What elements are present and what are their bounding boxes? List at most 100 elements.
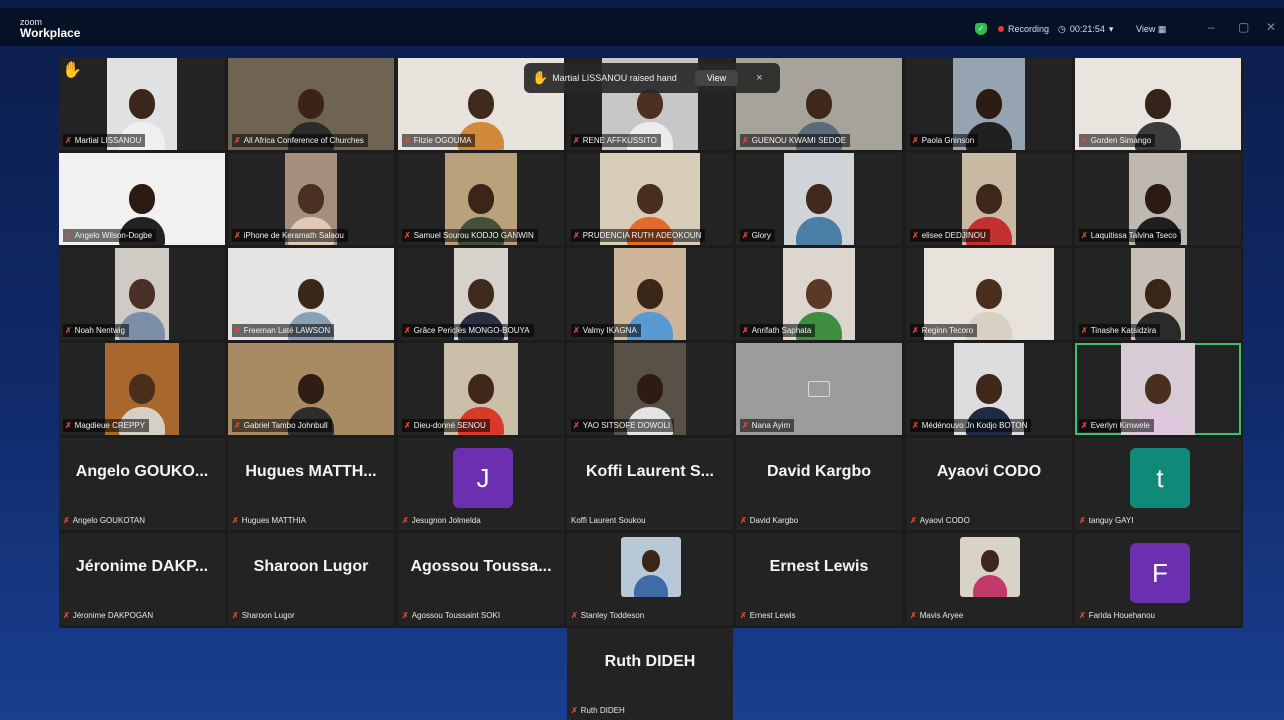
- participant-name: Gorden Simango: [1090, 136, 1152, 145]
- participant-head[interactable]: [806, 279, 832, 309]
- participant-tile[interactable]: t ✗ tanguy GAYI: [1075, 438, 1241, 530]
- participant-name-tag: ✗ Glory: [740, 229, 775, 242]
- initial-avatar: J: [453, 448, 513, 508]
- participant-tile[interactable]: ✗ Gabriel Tambo Johnbull: [228, 343, 394, 435]
- participant-tile[interactable]: ✗ PRUDENCIA RUTH ADEOKOUN: [567, 153, 733, 245]
- participant-head[interactable]: [298, 279, 324, 309]
- close-button[interactable]: ✕: [1266, 20, 1276, 34]
- participant-tile[interactable]: ✗ Dieu-donné SENOU: [398, 343, 564, 435]
- participant-head[interactable]: [976, 279, 1002, 309]
- participant-tile[interactable]: ✗ Angelo Wilson-Dogbe: [59, 153, 225, 245]
- participant-head[interactable]: [468, 374, 494, 404]
- participant-tile[interactable]: Agossou Toussa... ✗ Agossou Toussaint SOKI: [398, 533, 564, 625]
- notification-view-button[interactable]: View: [694, 70, 739, 86]
- participant-tile[interactable]: ✗ YAO SITSOFE DOWOLI: [567, 343, 733, 435]
- participant-tile[interactable]: ✗ All Africa Conference of Churches: [228, 58, 394, 150]
- participant-tile[interactable]: ✗ Reginn Tecoro: [906, 248, 1072, 340]
- participant-head[interactable]: [976, 184, 1002, 214]
- profile-picture: [960, 537, 1020, 597]
- participant-head[interactable]: [637, 279, 663, 309]
- notification-text: Martial LISSANOU raised hand: [552, 73, 677, 83]
- participant-tile[interactable]: Ayaovi CODO ✗ Ayaovi CODO: [906, 438, 1072, 530]
- participant-tile[interactable]: Sharoon Lugor ✗ Sharoon Lugor: [228, 533, 394, 625]
- participant-tile[interactable]: ✗ Paola Gninson: [906, 58, 1072, 150]
- participant-tile[interactable]: F ✗ Farida Houehanou: [1075, 533, 1241, 625]
- participant-tile[interactable]: ✗ Anrifath Saphata: [736, 248, 902, 340]
- participant-tile[interactable]: ✗ Stanley Toddeson: [567, 533, 733, 625]
- participant-tile[interactable]: Hugues MATTH... ✗ Hugues MATTHIA: [228, 438, 394, 530]
- meeting-timer[interactable]: ◷ 00:21:54 ▾: [1058, 22, 1113, 36]
- participant-tile[interactable]: ✗ Laquitissa Talvina Tseco: [1075, 153, 1241, 245]
- participant-head[interactable]: [129, 374, 155, 404]
- participant-head[interactable]: [468, 184, 494, 214]
- participant-tile[interactable]: ✗ iPhone de Keramath Salaou: [228, 153, 394, 245]
- participant-head[interactable]: [637, 89, 663, 119]
- participant-tile[interactable]: David Kargbo ✗ David Kargbo: [736, 438, 902, 530]
- participant-tile[interactable]: ✗ Everlyn Kimwele: [1075, 343, 1241, 435]
- participant-head[interactable]: [129, 89, 155, 119]
- participant-head[interactable]: [298, 374, 324, 404]
- mic-muted-icon: ✗: [63, 611, 70, 620]
- participant-figure[interactable]: [796, 184, 842, 245]
- participant-tile[interactable]: ✗ Gorden Simango: [1075, 58, 1241, 150]
- participant-head[interactable]: [298, 184, 324, 214]
- participant-name: Sharoon Lugor: [241, 611, 295, 620]
- participant-tile[interactable]: ✗ Nana Ayim: [736, 343, 902, 435]
- participant-tile[interactable]: ✗ Glory: [736, 153, 902, 245]
- participant-tile[interactable]: Koffi Laurent S... Koffi Laurent Soukou: [567, 438, 733, 530]
- participant-head[interactable]: [1145, 374, 1171, 404]
- participant-head[interactable]: [1145, 184, 1171, 214]
- participant-head[interactable]: [976, 89, 1002, 119]
- participant-head[interactable]: [976, 374, 1002, 404]
- participant-head: [642, 550, 660, 572]
- participant-head[interactable]: [468, 279, 494, 309]
- participant-name: iPhone de Keramath Salaou: [243, 231, 344, 240]
- participant-head[interactable]: [1145, 279, 1171, 309]
- participant-head[interactable]: [298, 89, 324, 119]
- participant-video[interactable]: [784, 153, 854, 245]
- minimize-button[interactable]: –: [1208, 20, 1215, 34]
- participant-head[interactable]: [468, 89, 494, 119]
- view-button[interactable]: View ▦: [1136, 22, 1166, 36]
- participant-head[interactable]: [637, 374, 663, 404]
- participant-tile[interactable]: ✗ Grâce Periclès MONGO-BOUYA: [398, 248, 564, 340]
- maximize-button[interactable]: ▢: [1238, 20, 1249, 34]
- participant-tile[interactable]: ✗ Valmy IKAGNA: [567, 248, 733, 340]
- participant-tile[interactable]: Jéronime DAKP... ✗ Jéronime DAKPOGAN: [59, 533, 225, 625]
- participant-head[interactable]: [129, 279, 155, 309]
- participant-tile[interactable]: ✗ Noah Nentwig: [59, 248, 225, 340]
- participant-tile[interactable]: ✗ Freeman Laté LAWSON: [228, 248, 394, 340]
- participant-name-tag: ✗ Fitzie OGOUMA: [402, 134, 476, 147]
- participant-tile[interactable]: ✋ ✗ Martial LISSANOU: [59, 58, 225, 150]
- participant-tile[interactable]: J ✗ Jesugnon Jolmelda: [398, 438, 564, 530]
- participant-name-tag: ✗ David Kargbo: [740, 514, 798, 527]
- participant-head[interactable]: [637, 184, 663, 214]
- participant-head[interactable]: [806, 89, 832, 119]
- participant-tile[interactable]: Ernest Lewis ✗ Ernest Lewis: [736, 533, 902, 625]
- participant-tile[interactable]: Ruth DIDEH ✗ Ruth DIDEH: [567, 628, 733, 720]
- notification-close-button[interactable]: ×: [756, 72, 762, 84]
- participant-tile[interactable]: ✗ Samuel Sourou KODJO GANWIN: [398, 153, 564, 245]
- participant-tile[interactable]: Angelo GOUKO... ✗ Angelo GOUKOTAN: [59, 438, 225, 530]
- recording-indicator[interactable]: Recording: [998, 22, 1049, 36]
- participant-name-tag: ✗ Angelo Wilson-Dogbe: [63, 229, 157, 242]
- security-indicator[interactable]: ✓: [975, 22, 987, 36]
- mic-muted-icon: ✗: [912, 326, 919, 335]
- shield-icon: ✓: [975, 23, 987, 35]
- participant-head[interactable]: [806, 184, 832, 214]
- profile-picture: [621, 537, 681, 597]
- participant-display-name: Koffi Laurent S...: [586, 463, 714, 480]
- participant-tile[interactable]: ✗ Magdieue CREPPY: [59, 343, 225, 435]
- mic-muted-icon: ✗: [402, 516, 409, 525]
- participant-name: Paola Gninson: [921, 136, 975, 145]
- participant-tile[interactable]: ✗ Médénouvo Jn Kodjo BOTON: [906, 343, 1072, 435]
- participant-name: PRUDENCIA RUTH ADEOKOUN: [582, 231, 702, 240]
- participant-display-name: Ayaovi CODO: [936, 463, 1042, 480]
- participant-head[interactable]: [129, 184, 155, 214]
- participant-torso[interactable]: [796, 217, 842, 245]
- participant-tile[interactable]: ✗ elisee DEDJINOU: [906, 153, 1072, 245]
- participant-tile[interactable]: ✗ Mavis Aryee: [906, 533, 1072, 625]
- participant-head[interactable]: [1145, 89, 1171, 119]
- participant-tile[interactable]: ✗ Tinashe Katsidzira: [1075, 248, 1241, 340]
- participant-name: Laquitissa Talvina Tseco: [1090, 231, 1177, 240]
